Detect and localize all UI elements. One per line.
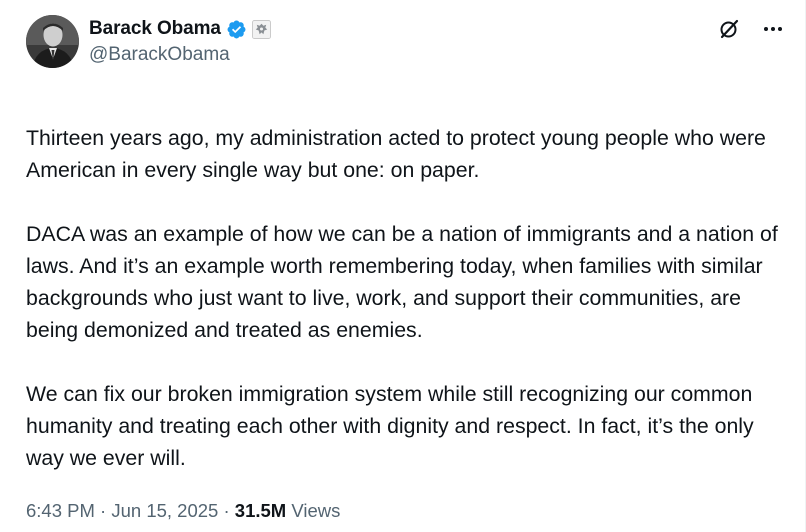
tweet-timestamp[interactable]: 6:43 PM · Jun 15, 2025	[26, 500, 218, 521]
tweet-header: Barack Obama @BarackObama	[26, 14, 786, 70]
tweet-date: Jun 15, 2025	[111, 500, 219, 521]
meta-separator: ·	[223, 500, 230, 521]
grok-icon[interactable]	[716, 16, 742, 42]
tweet-actions	[716, 16, 786, 42]
tweet-paragraph: DACA was an example of how we can be a n…	[26, 222, 778, 342]
tweet-metadata: 6:43 PM · Jun 15, 2025 · 31.5M Views	[26, 496, 340, 526]
more-options-icon[interactable]	[760, 16, 786, 42]
views-label: Views	[291, 500, 341, 521]
government-seal-icon[interactable]	[251, 19, 271, 39]
avatar[interactable]	[26, 15, 79, 68]
verified-badge-icon[interactable]	[226, 19, 247, 40]
tweet-time: 6:43 PM	[26, 500, 95, 521]
meta-separator: ·	[100, 500, 107, 521]
views-count: 31.5M	[234, 500, 287, 521]
author-name[interactable]: Barack Obama	[89, 17, 221, 41]
author-handle[interactable]: @BarackObama	[89, 43, 230, 67]
tweet-text: Thirteen years ago, my administration ac…	[26, 90, 786, 474]
tweet-paragraph: Thirteen years ago, my administration ac…	[26, 126, 766, 182]
author-name-row: Barack Obama	[89, 17, 271, 41]
tweet-paragraph: We can fix our broken immigration system…	[26, 382, 754, 470]
